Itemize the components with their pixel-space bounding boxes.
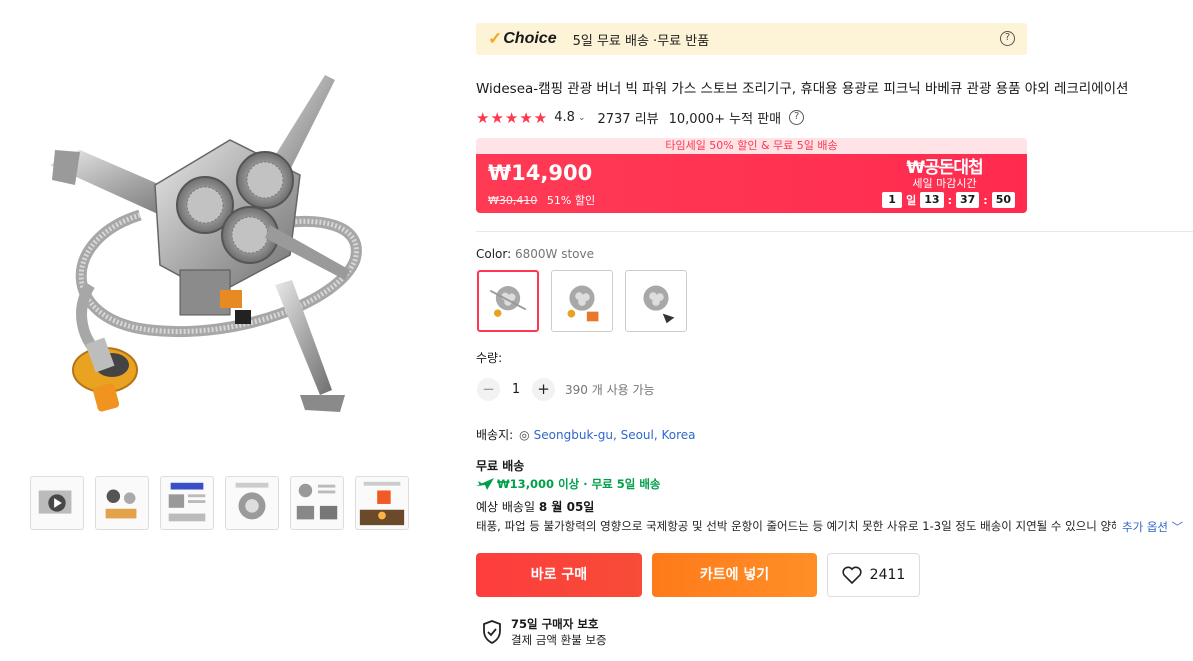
wishlist-count: 2411 (869, 567, 906, 583)
help-icon[interactable]: ? (1000, 31, 1015, 46)
chevron-down-icon[interactable]: ⌄ (578, 113, 586, 123)
rating-row: ★★★★★ 4.8 ⌄ 2737 리뷰 10,000+ 누적 판매 ? (476, 108, 805, 127)
thumbnail-3[interactable] (160, 476, 214, 530)
shield-check-icon (483, 620, 501, 644)
quantity-stepper: − 1 + 390 개 사용 가능 (477, 378, 655, 401)
selected-color: 6800W stove (514, 247, 594, 261)
plane-icon (476, 478, 494, 490)
ship-to-location[interactable]: Seongbuk-gu, Seoul, Korea (534, 428, 696, 442)
quantity-value[interactable]: 1 (500, 382, 532, 397)
price-box: ₩14,900 ₩30,410 51% 할인 ₩공돈대첩 세일 마감시간 1 일… (476, 154, 1027, 213)
stock-available: 390 개 사용 가능 (565, 383, 655, 397)
star-rating-icon: ★★★★★ (476, 108, 549, 127)
protection-subtitle: 결제 금액 환불 보증 (511, 633, 607, 647)
buyer-protection: 75일 구매자 보호 결제 금액 환불 보증 (482, 617, 607, 648)
sale-banner: 타임세일 50% 할인 & 무료 5일 배송 (476, 138, 1027, 154)
color-option-1[interactable] (477, 270, 539, 332)
color-option-2[interactable] (551, 270, 613, 332)
quantity-label: 수량: (476, 351, 503, 365)
add-to-cart-button[interactable]: 카트에 넣기 (652, 553, 817, 597)
decrease-quantity-button[interactable]: − (477, 378, 500, 401)
thumbnail-4[interactable] (225, 476, 279, 530)
countdown-timer: 1 일 13 : 37 : 50 (882, 192, 1015, 208)
estimated-delivery: 예상 배송일 8 월 05일 (476, 500, 595, 514)
location-pin-icon: ◎ (519, 427, 530, 442)
review-count[interactable]: 2737 리뷰 (597, 108, 658, 127)
increase-quantity-button[interactable]: + (532, 378, 555, 401)
countdown-minutes: 37 (955, 192, 980, 208)
more-options-link[interactable]: 추가 옵션 ﹀ (1122, 519, 1183, 535)
rating-score[interactable]: 4.8 (554, 110, 575, 125)
protection-title: 75일 구매자 보호 (511, 617, 599, 631)
shipping-condition: ₩13,000 이상 · 무료 5일 배송 (476, 476, 661, 492)
current-price: ₩14,900 (488, 161, 593, 185)
buy-now-button[interactable]: 바로 구매 (476, 553, 642, 597)
original-price-row: ₩30,410 51% 할인 (488, 192, 595, 208)
color-option-3[interactable] (625, 270, 687, 332)
promo-subtitle: 세일 마감시간 (912, 177, 977, 190)
promo-badge: ₩공돈대첩 세일 마감시간 (892, 158, 997, 190)
countdown-hours: 13 (920, 192, 944, 208)
wishlist-button[interactable]: 2411 (827, 553, 920, 597)
main-product-image[interactable] (20, 40, 420, 450)
delay-notice: 태풍, 파업 등 불가항력의 영향으로 국제항공 및 선박 운항이 줄어드는 등… (476, 519, 1116, 533)
delivery-date: 8 월 05일 (538, 500, 595, 514)
countdown-day-unit: 일 (906, 194, 917, 207)
checkmark-icon: ✓ (488, 29, 503, 48)
thumbnail-video[interactable] (30, 476, 84, 530)
original-price: ₩30,410 (488, 194, 538, 207)
promo-brand: ₩공돈대첩 (906, 158, 983, 178)
thumbnail-strip (30, 476, 409, 530)
color-label: Color: 6800W stove (476, 247, 594, 261)
discount-rate: 51% 할인 (546, 194, 596, 207)
product-title: Widesea-캠핑 관광 버너 빅 파워 가스 스토브 조리기구, 휴대용 용… (476, 81, 1129, 97)
heart-icon (842, 566, 862, 584)
choice-benefits: 5일 무료 배송 ·무료 반품 (572, 33, 710, 49)
divider (476, 231, 1193, 232)
choice-banner: ✓ Choice 5일 무료 배송 ·무료 반품 ? (476, 23, 1027, 55)
thumbnail-2[interactable] (95, 476, 149, 530)
color-options (477, 270, 687, 332)
countdown-separator: : (983, 193, 988, 207)
countdown-days: 1 (882, 192, 903, 208)
help-icon[interactable]: ? (789, 110, 805, 125)
countdown-separator: : (947, 193, 952, 207)
countdown-seconds: 50 (991, 192, 1015, 208)
thumbnail-6[interactable] (355, 476, 409, 530)
product-page: ✓ Choice 5일 무료 배송 ·무료 반품 ? Widesea-캠핑 관광… (0, 0, 1193, 661)
free-shipping-label: 무료 배송 (476, 459, 525, 473)
thumbnail-5[interactable] (290, 476, 344, 530)
choice-logo: ✓ Choice (488, 29, 557, 48)
sold-count: 10,000+ 누적 판매 (668, 112, 782, 127)
ship-to-row: 배송지: ◎ Seongbuk-gu, Seoul, Korea (476, 426, 696, 443)
ship-to-label: 배송지: (476, 428, 514, 442)
